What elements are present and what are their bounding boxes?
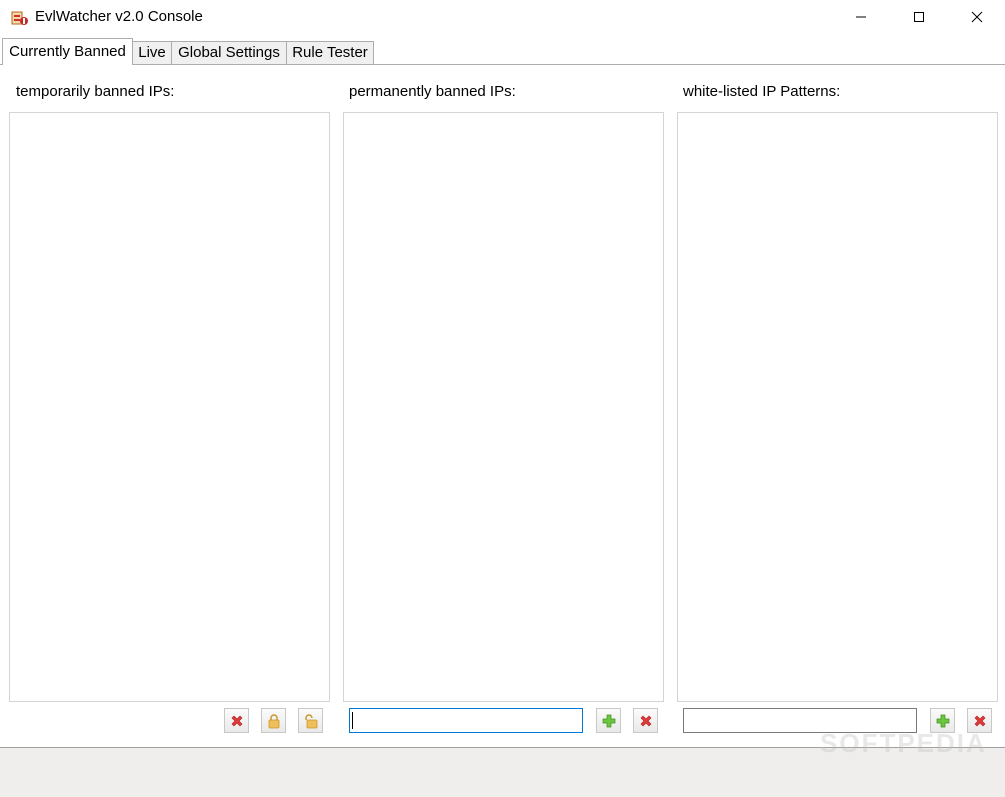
lock-icon bbox=[268, 713, 279, 728]
close-icon bbox=[971, 11, 983, 23]
maximize-icon bbox=[914, 12, 924, 22]
whitelist-list[interactable] bbox=[677, 112, 998, 702]
permanently-banned-list[interactable] bbox=[343, 112, 664, 702]
tab-global-settings[interactable]: Global Settings bbox=[171, 41, 287, 64]
remove-permanent-ban-button[interactable] bbox=[633, 708, 658, 733]
close-button[interactable] bbox=[948, 0, 1005, 34]
tab-live[interactable]: Live bbox=[132, 41, 172, 64]
make-permanent-button[interactable] bbox=[261, 708, 286, 733]
minimize-icon bbox=[856, 16, 866, 18]
unlock-button[interactable] bbox=[298, 708, 323, 733]
tab-rule-tester[interactable]: Rule Tester bbox=[286, 41, 374, 64]
green-plus-icon bbox=[936, 714, 949, 727]
watermark: SOFTPEDIA bbox=[820, 728, 987, 758]
title-bar: EvlWatcher v2.0 Console bbox=[0, 0, 1005, 34]
remove-temp-ban-button[interactable] bbox=[224, 708, 249, 733]
minimize-button[interactable] bbox=[832, 0, 890, 34]
add-permanent-ban-button[interactable] bbox=[596, 708, 621, 733]
app-icon bbox=[11, 9, 29, 27]
text-caret bbox=[352, 712, 353, 729]
permanent-ip-input[interactable] bbox=[349, 708, 583, 733]
red-x-icon bbox=[231, 715, 242, 726]
green-plus-icon bbox=[602, 714, 615, 727]
tab-currently-banned[interactable]: Currently Banned bbox=[2, 38, 133, 65]
maximize-button[interactable] bbox=[890, 0, 948, 34]
window-title: EvlWatcher v2.0 Console bbox=[35, 8, 203, 25]
temporarily-banned-list[interactable] bbox=[9, 112, 330, 702]
red-x-icon bbox=[640, 715, 651, 726]
tab-strip-divider bbox=[0, 64, 1005, 65]
temporarily-banned-label: temporarily banned IPs: bbox=[16, 83, 175, 100]
unlock-icon bbox=[304, 713, 317, 728]
red-x-icon bbox=[974, 715, 985, 726]
permanently-banned-label: permanently banned IPs: bbox=[349, 83, 516, 100]
whitelist-label: white-listed IP Patterns: bbox=[683, 83, 841, 100]
